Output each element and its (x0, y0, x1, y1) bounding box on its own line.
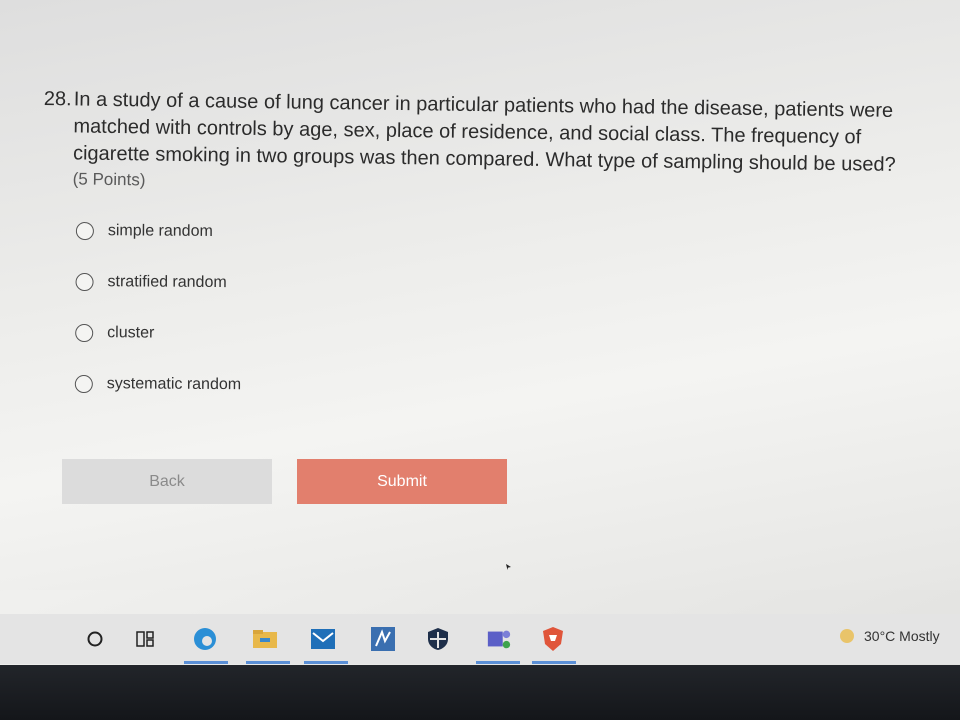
form-area: 28.In a study of a cause of lung cancer … (0, 0, 960, 590)
security-icon[interactable] (425, 626, 451, 652)
active-indicator (246, 661, 290, 664)
option-cluster[interactable]: cluster (75, 320, 475, 349)
option-label: simple random (107, 222, 213, 240)
question-block: 28.In a study of a cause of lung cancer … (43, 86, 944, 202)
option-label: stratified random (107, 273, 227, 292)
option-label: systematic random (106, 375, 242, 394)
active-indicator (184, 661, 228, 664)
option-systematic-random[interactable]: systematic random (74, 371, 475, 400)
question-body: In a study of a cause of lung cancer in … (72, 88, 896, 176)
question-number: 28. (43, 87, 72, 111)
option-stratified-random[interactable]: stratified random (75, 269, 475, 298)
back-button[interactable]: Back (62, 459, 272, 504)
radio-button[interactable] (75, 221, 94, 241)
option-label: cluster (107, 324, 155, 342)
answer-options: simple random stratified random cluster … (74, 218, 476, 425)
weather-text: 30°C Mostly (864, 628, 940, 644)
weather-widget[interactable]: 30°C Mostly (840, 628, 940, 644)
teams-icon[interactable] (486, 626, 512, 652)
active-indicator (304, 661, 348, 664)
question-text: 28.In a study of a cause of lung cancer … (43, 86, 944, 180)
active-indicator (532, 661, 576, 664)
radio-button[interactable] (75, 323, 94, 343)
task-view-icon[interactable] (132, 626, 158, 652)
search-icon[interactable] (82, 626, 108, 652)
option-simple-random[interactable]: simple random (75, 218, 476, 247)
weather-icon (840, 629, 854, 643)
screen: 28.In a study of a cause of lung cancer … (0, 0, 960, 665)
edge-icon[interactable] (192, 626, 218, 652)
radio-button[interactable] (74, 374, 93, 394)
taskbar: 30°C Mostly (0, 614, 960, 664)
mail-icon[interactable] (310, 626, 336, 652)
file-explorer-icon[interactable] (252, 626, 278, 652)
radio-button[interactable] (75, 272, 94, 292)
mouse-cursor-icon (506, 564, 511, 570)
app-icon[interactable] (370, 626, 396, 652)
active-indicator (476, 661, 520, 664)
submit-button[interactable]: Submit (297, 459, 507, 504)
monitor-bezel (0, 665, 960, 720)
brave-icon[interactable] (540, 626, 566, 652)
